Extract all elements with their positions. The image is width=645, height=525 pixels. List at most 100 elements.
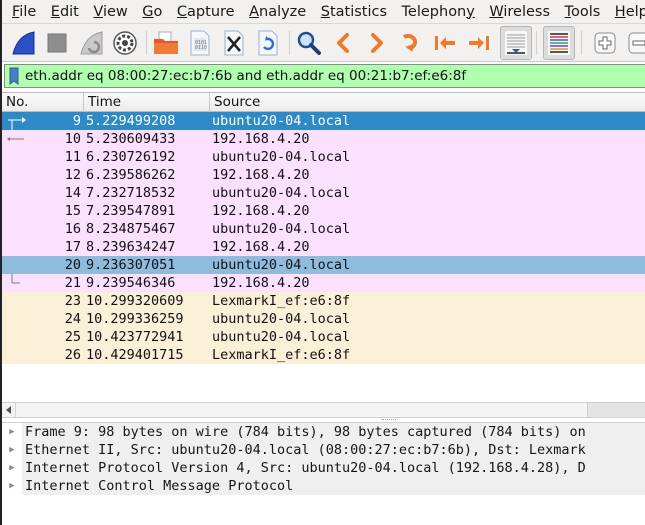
packet-row[interactable]: 9 5.229499208 ubuntu20-04.local	[2, 112, 645, 130]
menu-telephony[interactable]: Telephony	[402, 4, 475, 20]
expand-triangle-icon[interactable]: ▶	[2, 427, 22, 437]
pane-splitter-handle[interactable]	[382, 419, 396, 421]
stop-icon	[47, 33, 67, 52]
scrollbar-track[interactable]	[16, 403, 587, 417]
packet-row[interactable]: 14 7.232718532 ubuntu20-04.local	[2, 184, 645, 202]
packet-row[interactable]: 17 8.239634247 192.168.4.20	[2, 238, 645, 256]
menu-edit[interactable]: Edit	[51, 4, 79, 20]
menu-label-text: iew	[102, 3, 128, 20]
svg-text:0110: 0110	[195, 45, 207, 51]
menu-label-text: ile	[19, 3, 37, 20]
last-packet-icon	[469, 35, 489, 50]
packet-row[interactable]: 11 6.230726192 ubuntu20-04.local	[2, 148, 645, 166]
packet-list-header: No. Time Source	[2, 93, 645, 112]
packet-row[interactable]: 12 6.239586262 192.168.4.20	[2, 166, 645, 184]
packet-list-horizontal-scrollbar[interactable]	[2, 402, 645, 418]
packet-number: 25	[64, 329, 81, 345]
packet-number: 24	[64, 311, 81, 327]
first-packet-icon	[435, 35, 455, 50]
detail-tree-item[interactable]: ▶ Ethernet II, Src: ubuntu20-04.local (08…	[2, 441, 645, 459]
menu-mnemonic: V	[93, 3, 103, 20]
display-filter-input[interactable]	[21, 66, 631, 86]
menu-tools[interactable]: Tools	[565, 4, 601, 20]
packet-row[interactable]: 21 9.239546346 192.168.4.20	[2, 274, 645, 292]
menu-label-text: ools	[570, 3, 601, 20]
menu-file[interactable]: File	[12, 4, 36, 20]
go-back-button[interactable]	[330, 29, 356, 57]
packet-row[interactable]: 16 8.234875467 ubuntu20-04.local	[2, 220, 645, 238]
menu-label-text: tatistics	[329, 3, 388, 20]
conversation-end-icon	[11, 274, 20, 284]
restart-capture-button[interactable]	[78, 29, 104, 57]
expand-triangle-icon[interactable]: ▶	[2, 481, 22, 491]
file-close-icon	[224, 30, 244, 55]
packet-source: ubuntu20-04.local	[212, 311, 351, 327]
colorize-toggle[interactable]	[543, 25, 575, 60]
column-header-no[interactable]: No.	[2, 93, 84, 112]
packet-number: 11	[64, 149, 81, 165]
packet-row[interactable]: 15 7.239547891 192.168.4.20	[2, 202, 645, 220]
detail-tree-item[interactable]: ▶ Frame 9: 98 bytes on wire (784 bits), 9…	[2, 423, 645, 441]
packet-source: 192.168.4.20	[212, 203, 310, 219]
filter-bookmark-button[interactable]	[7, 66, 21, 86]
capture-options-button[interactable]	[112, 29, 138, 57]
menu-analyze[interactable]: Analyze	[249, 4, 306, 20]
go-to-packet-button[interactable]	[398, 29, 424, 57]
chevron-left-icon	[337, 32, 349, 53]
packet-row[interactable]: 23 10.299320609 LexmarkI_ef:e6:8f	[2, 292, 645, 310]
column-header-time[interactable]: Time	[84, 93, 210, 112]
packet-row[interactable]: 10 5.230609433 192.168.4.20	[2, 130, 645, 148]
menu-label-text: Telephon	[401, 3, 467, 20]
expand-triangle-icon[interactable]: ▶	[2, 445, 22, 455]
packet-list: No. Time Source 9 5.229499208 ubuntu20-04.…	[2, 92, 645, 402]
open-file-button[interactable]	[153, 29, 179, 57]
first-packet-button[interactable]	[432, 29, 458, 57]
packet-source: 192.168.4.20	[212, 167, 310, 183]
stop-capture-button[interactable]	[44, 29, 70, 57]
scrollbar-thumb[interactable]	[587, 403, 645, 417]
menu-capture[interactable]: Capture	[177, 4, 235, 20]
expand-triangle-icon[interactable]: ▶	[2, 463, 22, 473]
menu-go[interactable]: Go	[142, 4, 162, 20]
menu-mnemonic: H	[614, 3, 626, 20]
packet-rows: 9 5.229499208 ubuntu20-04.local 10 5.2306094…	[2, 112, 645, 364]
menu-label-text: dit	[59, 3, 79, 20]
menu-mnemonic: C	[176, 3, 188, 20]
auto-scroll-toggle[interactable]	[500, 25, 532, 60]
last-packet-button[interactable]	[466, 29, 492, 57]
auto-scroll-icon	[505, 30, 527, 55]
packet-row[interactable]: 24 10.299336259 ubuntu20-04.local	[2, 310, 645, 328]
packet-time: 6.230726192	[86, 149, 176, 165]
chevron-right-icon	[371, 32, 383, 53]
toolbar-separator	[581, 30, 582, 55]
gear-icon	[113, 30, 137, 55]
menu-mnemonic: E	[50, 3, 60, 20]
menu-view[interactable]: View	[93, 4, 127, 20]
menu-label-text: o	[153, 3, 163, 20]
menu-bar: File Edit View Go Capture Analyze Statistics Te…	[2, 0, 645, 24]
go-forward-button[interactable]	[364, 29, 390, 57]
detail-tree-item[interactable]: ▶ Internet Protocol Version 4, Src: ubunt…	[2, 459, 645, 477]
menu-mnemonic: y	[466, 3, 475, 20]
zoom-out-button[interactable]	[626, 30, 645, 56]
packet-source: ubuntu20-04.local	[212, 257, 351, 273]
zoom-in-button[interactable]	[592, 30, 618, 56]
find-packet-button[interactable]	[296, 29, 322, 57]
packet-row[interactable]: 26 10.429401715 LexmarkI_ef:e6:8f	[2, 346, 645, 364]
packet-time: 10.423772941	[86, 329, 184, 345]
packet-row[interactable]: 20 9.236307051 ubuntu20-04.local	[2, 256, 645, 274]
menu-wireless[interactable]: Wireless	[489, 4, 550, 20]
menu-help[interactable]: Help	[615, 4, 645, 20]
reload-file-button[interactable]	[255, 29, 281, 57]
file-binary-icon: 01010110	[190, 30, 210, 55]
close-file-button[interactable]	[221, 29, 247, 57]
column-header-source[interactable]: Source	[210, 93, 645, 112]
scroll-left-button[interactable]	[2, 403, 16, 417]
save-file-button[interactable]: 0101 0110	[187, 29, 213, 57]
menu-statistics[interactable]: Statistics	[321, 4, 387, 20]
scroll-left-arrow-icon	[5, 406, 11, 414]
start-capture-button[interactable]	[10, 29, 36, 57]
packet-source: 192.168.4.20	[212, 131, 310, 147]
detail-tree-item[interactable]: ▶ Internet Control Message Protocol	[2, 477, 645, 495]
packet-row[interactable]: 25 10.423772941 ubuntu20-04.local	[2, 328, 645, 346]
